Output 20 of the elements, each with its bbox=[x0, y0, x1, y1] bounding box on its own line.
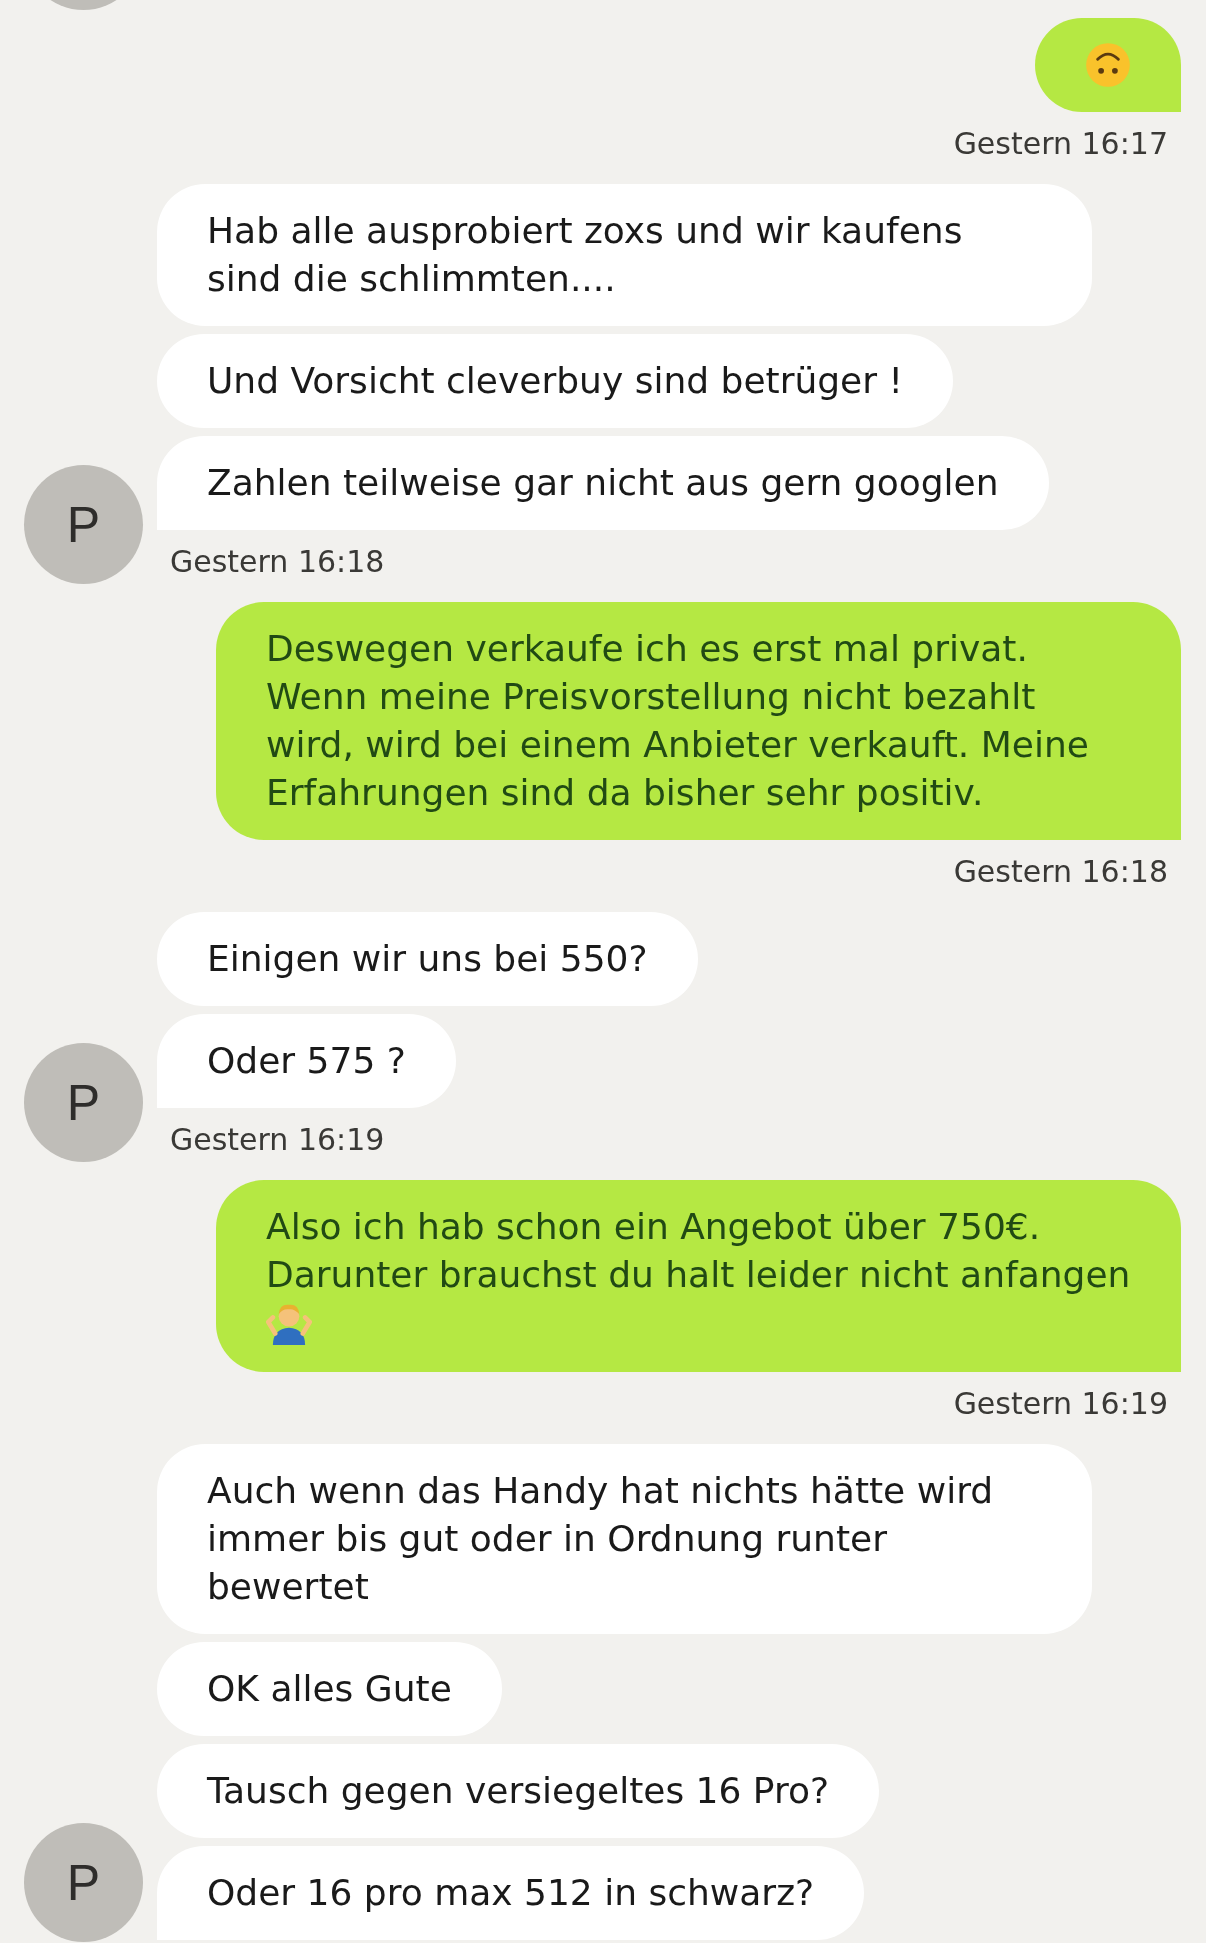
message-bubble: Oder 575 ? bbox=[157, 1014, 456, 1108]
message-bubble: Oder 16 pro max 512 in schwarz? bbox=[157, 1846, 865, 1940]
message-bubble: Hab alle ausprobiert zoxs und wir kaufens sind die schlimmten.... bbox=[157, 184, 1092, 326]
message-bubble: Auch wenn das Handy hat nichts hätte wird immer bis gut oder in Ordnung runter bewertet bbox=[157, 1444, 1092, 1634]
avatar: P bbox=[24, 1823, 143, 1942]
message-bubble: Einigen wir uns bei 550? bbox=[157, 912, 698, 1006]
message-bubble: Tausch gegen versiegeltes 16 Pro? bbox=[157, 1744, 880, 1838]
message-bubble: Deswegen verkaufe ich es erst mal privat. Wenn meine Preisvorstellung nicht bezahlt wird, wird bei einem Anbieter verkauft. Meine Erfahrungen sind da bisher sehr positiv. bbox=[216, 602, 1181, 840]
message-bubble: OK alles Gute bbox=[157, 1642, 502, 1736]
timestamp: Gestern 16:18 bbox=[170, 543, 385, 581]
message-bubble: Also ich hab schon ein Angebot über 750€. Darunter brauchst du halt leider nicht anfangen bbox=[216, 1180, 1181, 1372]
timestamp: Gestern 16:19 bbox=[953, 1385, 1168, 1423]
avatar: P bbox=[24, 1043, 143, 1162]
message-bubble: Und Vorsicht cleverbuy sind betrüger ! bbox=[157, 334, 953, 428]
avatar: P bbox=[24, 465, 143, 584]
timestamp: Gestern 16:17 bbox=[953, 125, 1168, 163]
timestamp: Gestern 16:18 bbox=[953, 853, 1168, 891]
upside-down-face-icon bbox=[1085, 42, 1131, 88]
message-bubble: Zahlen teilweise gar nicht aus gern googlen bbox=[157, 436, 1049, 530]
timestamp: Gestern 16:19 bbox=[170, 1121, 385, 1159]
